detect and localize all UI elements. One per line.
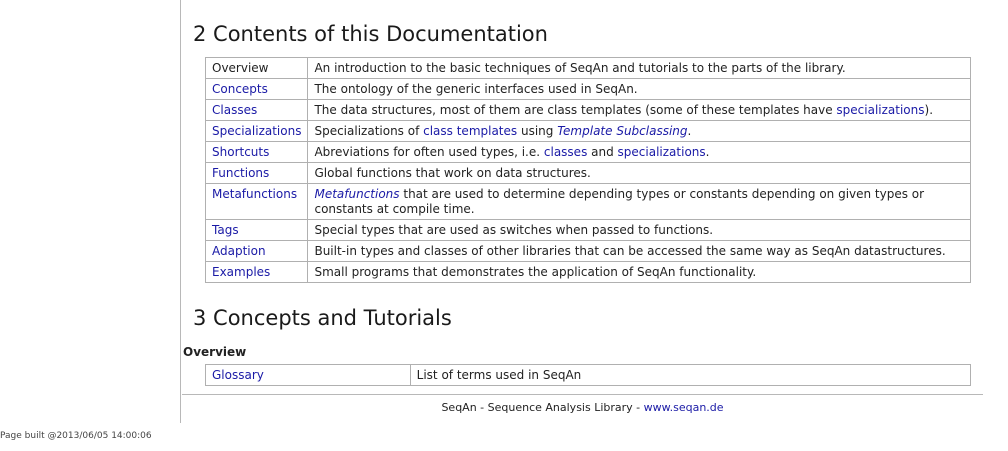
description-text: Specializations of [314, 124, 424, 138]
table-row: Functions Global functions that work on d… [204, 162, 971, 184]
inline-link-class-templates[interactable]: class templates [423, 124, 517, 138]
table-cell-description: Specializations of class templates using… [307, 120, 971, 142]
footer-link-seqan[interactable]: www.seqan.de [644, 401, 724, 414]
table-cell-description: Special types that are used as switches … [307, 219, 971, 241]
heading-concepts-tutorials: 3 Concepts and Tutorials [193, 306, 452, 330]
description-text: The data structures, most of them are cl… [314, 103, 837, 117]
inline-link-classes[interactable]: classes [544, 145, 587, 159]
contents-table-body: Overview An introduction to the basic tec… [204, 57, 971, 283]
table-cell-description: Metafunctions that are used to determine… [307, 183, 971, 220]
description-text: . [687, 124, 692, 138]
table-cell-key: Classes [204, 99, 309, 121]
link-examples[interactable]: Examples [212, 265, 270, 279]
description-text: and [587, 145, 618, 159]
table-cell-description: Abreviations for often used types, i.e. … [307, 141, 971, 163]
description-text: An introduction to the basic techniques … [314, 61, 846, 75]
table-row: Classes The data structures, most of them… [204, 99, 971, 121]
table-cell-key: Functions [204, 162, 309, 184]
description-text: . [705, 145, 710, 159]
table-cell-key: Shortcuts [204, 141, 309, 163]
description-text: List of terms used in SeqAn [416, 368, 582, 382]
link-tags[interactable]: Tags [212, 223, 239, 237]
table-cell-key: Overview [204, 57, 309, 79]
link-concepts[interactable]: Concepts [212, 82, 268, 96]
description-text: The ontology of the generic interfaces u… [314, 82, 638, 96]
label-overview: Overview [212, 61, 269, 75]
table-cell-key: Examples [204, 261, 309, 283]
inline-link-specializations[interactable]: specializations [618, 145, 706, 159]
table-cell-description: Global functions that work on data struc… [307, 162, 971, 184]
table-cell-description: An introduction to the basic techniques … [307, 57, 971, 79]
table-row: Concepts The ontology of the generic inte… [204, 78, 971, 100]
description-text: Global functions that work on data struc… [314, 166, 591, 180]
table-row: Overview An introduction to the basic tec… [204, 57, 971, 79]
footer-divider [182, 394, 983, 395]
description-text: that are used to determine depending typ… [314, 187, 925, 216]
link-glossary[interactable]: Glossary [212, 368, 264, 382]
link-specializations[interactable]: Specializations [212, 124, 301, 138]
description-text: Built-in types and classes of other libr… [314, 244, 946, 258]
heading-contents: 2 Contents of this Documentation [193, 22, 548, 46]
contents-table: Overview An introduction to the basic tec… [204, 57, 971, 283]
table-cell-key: Specializations [204, 120, 309, 142]
overview-table-body: Glossary List of terms used in SeqAn [205, 364, 972, 386]
link-metafunctions[interactable]: Metafunctions [212, 187, 297, 201]
link-adaption[interactable]: Adaption [212, 244, 266, 258]
footer-text: SeqAn - Sequence Analysis Library - [441, 401, 644, 414]
table-row: Shortcuts Abreviations for often used typ… [204, 141, 971, 163]
table-cell-description: List of terms used in SeqAn [409, 364, 972, 386]
table-cell-key: Metafunctions [204, 183, 309, 220]
footer: SeqAn - Sequence Analysis Library - www.… [182, 401, 983, 414]
table-row: Adaption Built-in types and classes of ot… [204, 240, 971, 262]
table-row: Specializations Specializations of class … [204, 120, 971, 142]
table-cell-description: The data structures, most of them are cl… [307, 99, 971, 121]
inline-link-template-subclassing[interactable]: Template Subclassing [557, 124, 687, 138]
table-cell-description: Small programs that demonstrates the app… [307, 261, 971, 283]
description-text: Abreviations for often used types, i.e. [314, 145, 544, 159]
link-shortcuts[interactable]: Shortcuts [212, 145, 269, 159]
build-info: Page built @2013/06/05 14:00:06 [0, 431, 152, 441]
inline-link-specializations[interactable]: specializations [836, 103, 924, 117]
subheading-overview: Overview [183, 345, 247, 359]
table-cell-key: Tags [204, 219, 309, 241]
link-functions[interactable]: Functions [212, 166, 269, 180]
table-row: Metafunctions Metafunctions that are used… [204, 183, 971, 220]
table-cell-key: Adaption [204, 240, 309, 262]
table-cell-key: Glossary [205, 364, 411, 386]
inline-link-metafunctions[interactable]: Metafunctions [314, 187, 399, 201]
sidebar-divider [180, 0, 181, 423]
table-cell-description: The ontology of the generic interfaces u… [307, 78, 971, 100]
description-text: using [517, 124, 558, 138]
link-classes[interactable]: Classes [212, 103, 257, 117]
table-cell-description: Built-in types and classes of other libr… [307, 240, 971, 262]
overview-table: Glossary List of terms used in SeqAn [205, 364, 972, 386]
table-row: Tags Special types that are used as switc… [204, 219, 971, 241]
table-cell-key: Concepts [204, 78, 309, 100]
table-row: Glossary List of terms used in SeqAn [205, 364, 972, 386]
description-text: ). [924, 103, 934, 117]
description-text: Small programs that demonstrates the app… [314, 265, 757, 279]
table-row: Examples Small programs that demonstrates… [204, 261, 971, 283]
description-text: Special types that are used as switches … [314, 223, 714, 237]
